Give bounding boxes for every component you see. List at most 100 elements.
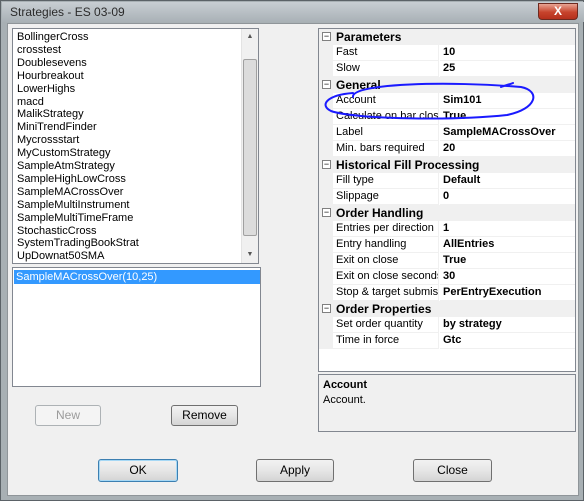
row-margin xyxy=(319,189,333,205)
property-row[interactable]: Entries per direction 1 xyxy=(319,221,575,237)
list-item[interactable]: Doublesevens xyxy=(17,57,87,70)
list-item[interactable]: Mycrossstart xyxy=(17,134,79,147)
property-name[interactable]: Min. bars required xyxy=(333,141,439,157)
property-name[interactable]: Fill type xyxy=(333,173,439,189)
property-row[interactable]: Stop & target submissionPerEntryExecutio… xyxy=(319,285,575,301)
property-value[interactable]: Gtc xyxy=(440,333,575,349)
category-label: Order Handling xyxy=(336,206,424,220)
collapse-icon[interactable]: − xyxy=(322,32,331,41)
property-row[interactable]: Label SampleMACrossOver xyxy=(319,125,575,141)
strategy-instance-list[interactable]: SampleMACrossOver(10,25) xyxy=(12,267,261,387)
new-button[interactable]: New xyxy=(35,405,101,426)
apply-button[interactable]: Apply xyxy=(256,459,334,482)
property-row[interactable]: Min. bars required 20 xyxy=(319,141,575,157)
list-item[interactable]: StochasticCross xyxy=(17,225,96,238)
property-name[interactable]: Entry handling xyxy=(333,237,439,253)
scroll-up-icon[interactable]: ▲ xyxy=(242,29,258,45)
list-item[interactable]: UpDownat50SMA xyxy=(17,250,104,263)
category-row[interactable]: − Order Properties xyxy=(319,301,575,317)
property-row[interactable]: Set order quantity by strategy xyxy=(319,317,575,333)
list-item[interactable]: SampleHighLowCross xyxy=(17,173,126,186)
property-value[interactable]: 25 xyxy=(440,61,575,77)
property-row[interactable]: Account Sim101 xyxy=(319,93,575,109)
row-margin xyxy=(319,269,333,285)
property-name[interactable]: Calculate on bar close xyxy=(333,109,439,125)
category-row[interactable]: − Order Handling xyxy=(319,205,575,221)
category-row[interactable]: − Historical Fill Processing xyxy=(319,157,575,173)
property-row[interactable]: Time in force Gtc xyxy=(319,333,575,349)
property-row[interactable]: Calculate on bar close True xyxy=(319,109,575,125)
property-value[interactable]: by strategy xyxy=(440,317,575,333)
list-item[interactable]: SampleMultiInstrument xyxy=(17,199,130,212)
property-row[interactable]: Exit on close seconds 30 xyxy=(319,269,575,285)
property-value[interactable]: 20 xyxy=(440,141,575,157)
property-name[interactable]: Slow xyxy=(333,61,439,77)
list-item[interactable]: MalikStrategy xyxy=(17,108,84,121)
property-row[interactable]: Fast 10 xyxy=(319,45,575,61)
property-name[interactable]: Fast xyxy=(333,45,439,61)
property-description-panel: Account Account. xyxy=(318,374,576,432)
property-name[interactable]: Exit on close seconds xyxy=(333,269,439,285)
strategy-list-scrollbar[interactable]: ▲ ▼ xyxy=(241,29,258,263)
title-bar[interactable]: Strategies - ES 03-09 X xyxy=(2,2,584,22)
property-name[interactable]: Set order quantity xyxy=(333,317,439,333)
property-value[interactable]: 1 xyxy=(440,221,575,237)
property-name[interactable]: Time in force xyxy=(333,333,439,349)
property-name[interactable]: Entries per direction xyxy=(333,221,439,237)
close-button[interactable]: Close xyxy=(413,459,492,482)
row-margin xyxy=(319,125,333,141)
strategy-list[interactable]: BollingerCross crosstest Doublesevens Hourb… xyxy=(12,28,259,264)
property-row[interactable]: Exit on close True xyxy=(319,253,575,269)
property-value[interactable]: 0 xyxy=(440,189,575,205)
row-margin xyxy=(319,237,333,253)
category-label: Historical Fill Processing xyxy=(336,158,480,172)
list-item[interactable]: LowerHighs xyxy=(17,83,75,96)
list-item-selected[interactable]: SampleMACrossOver(10,25) xyxy=(14,270,260,284)
list-item[interactable]: macd xyxy=(17,96,44,109)
list-item[interactable]: SampleMACrossOver xyxy=(17,186,123,199)
list-item[interactable]: crosstest xyxy=(17,44,61,57)
property-value[interactable]: SampleMACrossOver xyxy=(440,125,575,141)
property-value[interactable]: Sim101 xyxy=(440,93,575,109)
collapse-icon[interactable]: − xyxy=(322,160,331,169)
property-value[interactable]: 10 xyxy=(440,45,575,61)
list-item[interactable]: BollingerCross xyxy=(17,31,89,44)
property-grid[interactable]: − Parameters Fast 10 Slow 25− General Account Si… xyxy=(318,28,576,372)
property-value[interactable]: 30 xyxy=(440,269,575,285)
property-value[interactable]: AllEntries xyxy=(440,237,575,253)
row-margin xyxy=(319,93,333,109)
scrollbar-thumb[interactable] xyxy=(243,59,257,236)
category-label: General xyxy=(336,78,381,92)
ok-button[interactable]: OK xyxy=(98,459,178,482)
property-row[interactable]: Entry handling AllEntries xyxy=(319,237,575,253)
category-row[interactable]: − General xyxy=(319,77,575,93)
property-row[interactable]: Slow 25 xyxy=(319,61,575,77)
property-name[interactable]: Label xyxy=(333,125,439,141)
category-row[interactable]: − Parameters xyxy=(319,29,575,45)
property-name[interactable]: Stop & target submission xyxy=(333,285,439,301)
property-value[interactable]: True xyxy=(440,109,575,125)
property-row[interactable]: Fill type Default xyxy=(319,173,575,189)
collapse-icon[interactable]: − xyxy=(322,304,331,313)
list-item[interactable]: SampleAtmStrategy xyxy=(17,160,115,173)
row-margin xyxy=(319,317,333,333)
scroll-down-icon[interactable]: ▼ xyxy=(242,247,258,263)
row-margin xyxy=(319,285,333,301)
property-value[interactable]: True xyxy=(440,253,575,269)
property-value[interactable]: Default xyxy=(440,173,575,189)
list-item[interactable]: SystemTradingBookStrat xyxy=(17,237,139,250)
list-item[interactable]: SampleMultiTimeFrame xyxy=(17,212,133,225)
collapse-icon[interactable]: − xyxy=(322,208,331,217)
property-name[interactable]: Account xyxy=(333,93,439,109)
property-value[interactable]: PerEntryExecution xyxy=(440,285,575,301)
property-name[interactable]: Exit on close xyxy=(333,253,439,269)
list-item[interactable]: MiniTrendFinder xyxy=(17,121,97,134)
property-name[interactable]: Slippage xyxy=(333,189,439,205)
collapse-icon[interactable]: − xyxy=(322,80,331,89)
list-item[interactable]: MyCustomStrategy xyxy=(17,147,111,160)
property-row[interactable]: Slippage 0 xyxy=(319,189,575,205)
list-item[interactable]: Hourbreakout xyxy=(17,70,84,83)
window-close-icon[interactable]: X xyxy=(538,3,578,20)
remove-button[interactable]: Remove xyxy=(171,405,238,426)
window-title: Strategies - ES 03-09 xyxy=(10,5,125,19)
